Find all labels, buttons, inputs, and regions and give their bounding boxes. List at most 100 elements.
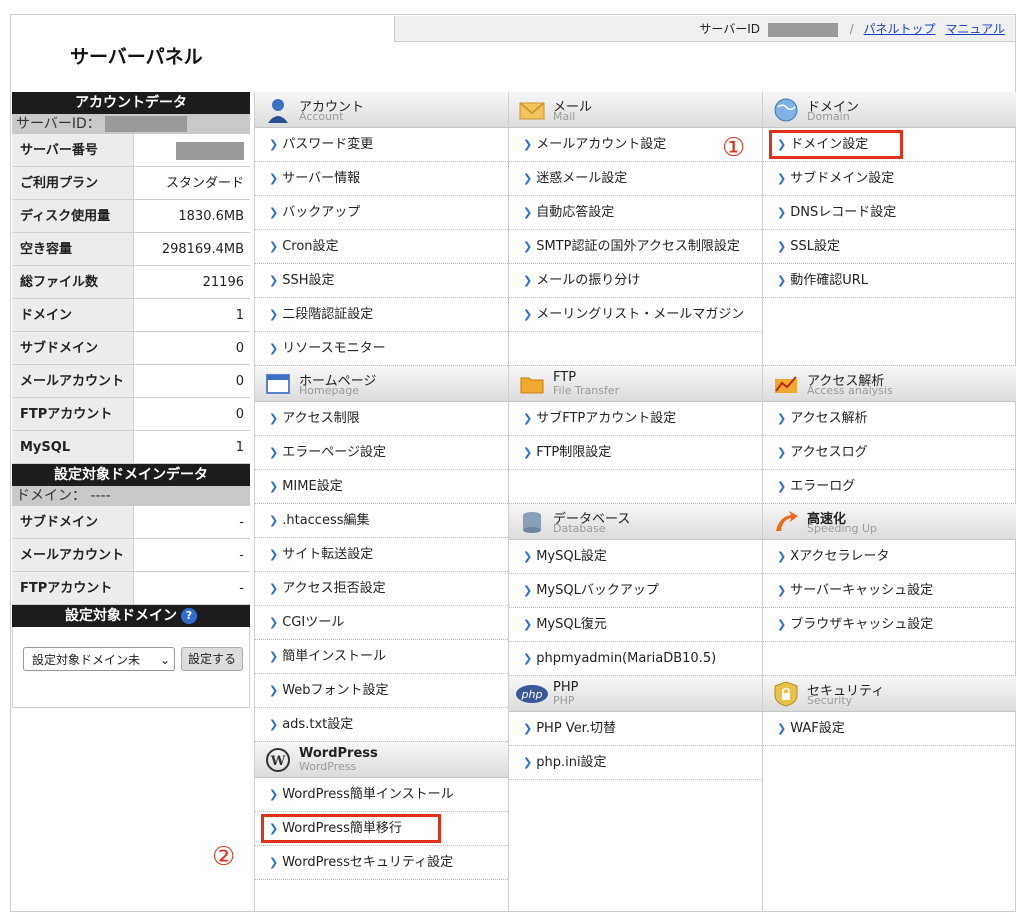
menu-item-label: Xアクセラレータ [790, 549, 890, 564]
menu-item-label: 自動応答設定 [536, 205, 615, 220]
manual-link[interactable]: マニュアル [945, 22, 1005, 36]
menu-item-homepage[interactable]: ❯ アクセス拒否設定 [255, 572, 508, 606]
menu-item-security[interactable]: ❯ WAF設定 [763, 712, 1016, 746]
menu-item-domain[interactable]: ❯ 動作確認URL [763, 264, 1016, 298]
menu-item-access[interactable]: ❯ アクセス解析 [763, 402, 1016, 436]
menu-item-account[interactable]: ❯ リソースモニター [255, 332, 508, 366]
target-domain-rows: サブドメイン - メールアカウント - FTPアカウント - [12, 506, 250, 605]
menu-item-label: SSL設定 [790, 239, 840, 254]
arrow-icon: ❯ [269, 138, 279, 151]
menu-item-label: MySQL復元 [536, 617, 607, 632]
menu-item-domain[interactable]: ❯ DNSレコード設定 [763, 196, 1016, 230]
menu-item-label: Cron設定 [282, 239, 339, 254]
arrow-icon: ❯ [269, 788, 279, 801]
arrow-icon: ❯ [269, 412, 279, 425]
menu-item-mail[interactable]: ❯ メールの振り分け [509, 264, 762, 298]
menu-item-mail[interactable]: ❯ 迷惑メール設定 [509, 162, 762, 196]
menu-item-mail[interactable]: ❯ メーリングリスト・メールマガジン [509, 298, 762, 332]
menu-item-wordpress[interactable]: ❯ WordPress簡単移行 [255, 812, 508, 846]
help-icon[interactable]: ? [181, 608, 197, 624]
info-row: 総ファイル数 21196 [12, 266, 250, 299]
menu-item-domain[interactable]: ❯ サブドメイン設定 [763, 162, 1016, 196]
menu-item-label: ブラウザキャッシュ設定 [790, 617, 934, 632]
menu-item-label: アクセス解析 [790, 411, 868, 426]
server-id-label: サーバーID [699, 22, 760, 36]
info-label: FTPアカウント [12, 572, 134, 604]
menu-item-label: SSH設定 [282, 273, 335, 288]
menu-item-account[interactable]: ❯ SSH設定 [255, 264, 508, 298]
menu-item-label: php.ini設定 [536, 755, 607, 770]
menu-item-label: アクセス制限 [282, 411, 360, 426]
menu-item-database[interactable]: ❯ MySQL復元 [509, 608, 762, 642]
menu-item-ftp[interactable]: ❯ FTP制限設定 [509, 436, 762, 470]
menu-item-homepage[interactable]: ❯ .htaccess編集 [255, 504, 508, 538]
menu-item-homepage[interactable]: ❯ 簡単インストール [255, 640, 508, 674]
arrow-icon: ❯ [523, 138, 533, 151]
menu-item-homepage[interactable]: ❯ エラーページ設定 [255, 436, 508, 470]
menu-item-label: SMTP認証の国外アクセス制限設定 [536, 239, 740, 254]
menu-item-database[interactable]: ❯ phpmyadmin(MariaDB10.5) [509, 642, 762, 676]
menu-item-account[interactable]: ❯ パスワード変更 [255, 128, 508, 162]
menu-item-homepage[interactable]: ❯ ads.txt設定 [255, 708, 508, 742]
column-mail: メール Mail ❯ メールアカウント設定 ❯ 迷惑メール設定 ❯ 自動応答設定 ❯ SMTP… [508, 92, 762, 912]
menu-item-label: WordPress簡単インストール [282, 787, 454, 802]
info-label: サブドメイン [12, 506, 134, 538]
menu-item-domain[interactable]: ❯ ドメイン設定 [763, 128, 1016, 162]
menu-item-database[interactable]: ❯ MySQL設定 [509, 540, 762, 574]
section-subtitle: WordPress [299, 760, 357, 773]
info-row: サブドメイン - [12, 506, 250, 539]
menu-item-label: DNSレコード設定 [790, 205, 897, 220]
domain-menu: ❯ ドメイン設定 ❯ サブドメイン設定 ❯ DNSレコード設定 ❯ SSL設定 ❯ 動作確認URL [763, 128, 1016, 298]
section-database: データベース Database [509, 504, 762, 540]
menu-item-database[interactable]: ❯ MySQLバックアップ [509, 574, 762, 608]
section-wordpress: W WordPress WordPress [255, 742, 508, 778]
menu-item-speed[interactable]: ❯ ブラウザキャッシュ設定 [763, 608, 1016, 642]
target-domain-select[interactable]: 設定対象ドメイン未 ⌄ [23, 647, 175, 671]
server-id-row-mask [104, 116, 187, 132]
menu-item-homepage[interactable]: ❯ サイト転送設定 [255, 538, 508, 572]
menu-item-homepage[interactable]: ❯ CGIツール [255, 606, 508, 640]
set-domain-button[interactable]: 設定する [181, 647, 243, 671]
menu-item-access[interactable]: ❯ エラーログ [763, 470, 1016, 504]
menu-item-account[interactable]: ❯ サーバー情報 [255, 162, 508, 196]
info-label: サーバー番号 [12, 134, 134, 166]
panel-top-link[interactable]: パネルトップ [864, 22, 936, 36]
menu-item-label: 動作確認URL [790, 273, 869, 288]
menu-item-access[interactable]: ❯ アクセスログ [763, 436, 1016, 470]
server-id-mask [767, 22, 838, 37]
account-menu: ❯ パスワード変更 ❯ サーバー情報 ❯ バックアップ ❯ Cron設定 ❯ SSH設定 ❯ 二段階認… [255, 128, 508, 366]
menu-item-wordpress[interactable]: ❯ WordPress簡単インストール [255, 778, 508, 812]
menu-item-domain[interactable]: ❯ SSL設定 [763, 230, 1016, 264]
arrow-icon: ❯ [777, 550, 787, 563]
info-label: 総ファイル数 [12, 266, 134, 298]
arrow-icon: ❯ [269, 684, 279, 697]
arrow-icon: ❯ [523, 550, 533, 563]
php-icon: php [516, 685, 548, 703]
menu-item-ftp[interactable]: ❯ サブFTPアカウント設定 [509, 402, 762, 436]
menu-item-speed[interactable]: ❯ Xアクセラレータ [763, 540, 1016, 574]
section-speed: 高速化 Speeding Up [763, 504, 1016, 540]
menu-item-speed[interactable]: ❯ サーバーキャッシュ設定 [763, 574, 1016, 608]
access-menu: ❯ アクセス解析 ❯ アクセスログ ❯ エラーログ [763, 402, 1016, 504]
menu-item-wordpress[interactable]: ❯ WordPressセキュリティ設定 [255, 846, 508, 880]
menu-item-label: パスワード変更 [282, 137, 374, 152]
separator: / [849, 22, 854, 36]
arrow-icon: ❯ [523, 652, 533, 665]
empty-cell [763, 642, 1016, 676]
menu-item-account[interactable]: ❯ 二段階認証設定 [255, 298, 508, 332]
menu-item-php[interactable]: ❯ PHP Ver.切替 [509, 712, 762, 746]
menu-item-homepage[interactable]: ❯ アクセス制限 [255, 402, 508, 436]
section-php: php PHP PHP [509, 676, 762, 712]
section-domain: ドメイン Domain [763, 92, 1016, 128]
menu-item-account[interactable]: ❯ Cron設定 [255, 230, 508, 264]
arrow-icon: ❯ [269, 240, 279, 253]
menu-item-label: 簡単インストール [282, 649, 386, 664]
menu-item-homepage[interactable]: ❯ Webフォント設定 [255, 674, 508, 708]
menu-item-account[interactable]: ❯ バックアップ [255, 196, 508, 230]
menu-item-php[interactable]: ❯ php.ini設定 [509, 746, 762, 780]
menu-item-mail[interactable]: ❯ 自動応答設定 [509, 196, 762, 230]
menu-item-homepage[interactable]: ❯ MIME設定 [255, 470, 508, 504]
info-label: 空き容量 [12, 233, 134, 265]
info-row: サーバー番号 [12, 134, 250, 167]
menu-item-mail[interactable]: ❯ SMTP認証の国外アクセス制限設定 [509, 230, 762, 264]
